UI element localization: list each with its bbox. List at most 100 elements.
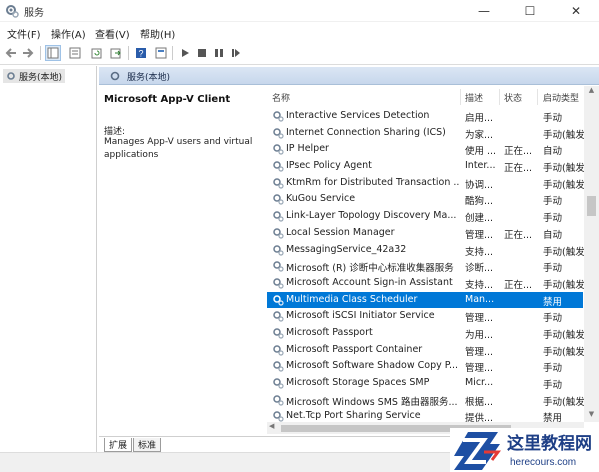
service-row[interactable]: Link-Layer Topology Discovery Ma... 创建...… — [267, 208, 583, 225]
service-gear-icon — [273, 144, 284, 155]
tree-item-label: 服务(本地) — [19, 72, 63, 83]
menu-view[interactable]: 查看(V) — [95, 26, 130, 41]
export-icon[interactable] — [108, 45, 124, 61]
tab-extended[interactable]: 扩展 — [104, 438, 133, 452]
back-icon[interactable] — [3, 45, 19, 61]
service-gear-icon — [273, 161, 284, 172]
service-startup-type: 自动 — [543, 146, 563, 158]
service-description: 管理... — [465, 346, 494, 358]
service-description: 协调... — [465, 179, 494, 191]
service-row[interactable]: Microsoft Storage Spaces SMP Micr... 手动 — [267, 375, 583, 392]
service-startup-type: 手动 — [543, 263, 563, 275]
pause-icon[interactable] — [211, 45, 227, 61]
service-row[interactable]: Microsoft Passport 为用... 手动(触发 — [267, 325, 585, 342]
service-row[interactable]: KtmRm for Distributed Transaction ... 协调.… — [267, 175, 585, 192]
service-description: 诊断... — [465, 263, 494, 275]
service-row[interactable]: IPsec Policy Agent Inter... 正在... 手动(触发 — [267, 158, 585, 175]
service-gear-icon — [273, 261, 284, 272]
service-name: Microsoft Windows SMS 路由器服务... — [286, 396, 458, 408]
service-row[interactable]: Microsoft (R) 诊断中心标准收集器服务 诊断... 手动 — [267, 258, 583, 275]
service-startup-type: 手动 — [543, 213, 563, 225]
toolbar-separator — [128, 46, 129, 60]
column-header-description[interactable]: 描述 — [465, 86, 483, 108]
service-description: 使用 ... — [465, 146, 497, 158]
service-gear-icon — [273, 194, 284, 206]
show-tree-icon[interactable] — [45, 45, 61, 61]
forward-icon[interactable] — [20, 45, 36, 61]
service-gear-icon — [273, 127, 284, 139]
menu-file[interactable]: 文件(F) — [7, 26, 41, 41]
header-title: 服务(本地) — [127, 73, 171, 83]
service-row[interactable]: Local Session Manager 管理... 正在... 自动 — [267, 225, 583, 242]
service-row[interactable]: Multimedia Class Scheduler Man... 禁用 — [267, 291, 583, 309]
restart-icon[interactable] — [228, 45, 244, 61]
service-row[interactable]: Microsoft Windows SMS 路由器服务... 根据... 手动(触发 — [267, 392, 585, 409]
refresh-icon[interactable] — [89, 45, 105, 61]
column-divider[interactable] — [537, 89, 538, 105]
console-tree: 服务(本地) — [0, 66, 97, 472]
services-gear-icon — [7, 72, 15, 80]
column-divider[interactable] — [460, 89, 461, 105]
service-startup-type: 手动 — [543, 380, 563, 391]
service-status: 正在... — [504, 229, 533, 241]
services-rows: Interactive Services Detection 启用... 手动 Int… — [267, 108, 585, 425]
title-bar: 服务 — ☐ ✕ — [0, 0, 599, 22]
stop-icon[interactable] — [194, 45, 210, 61]
service-startup-type: 手动 — [543, 363, 563, 375]
help-icon[interactable]: ? — [133, 45, 149, 61]
service-startup-type: 手动(触发 — [543, 396, 585, 408]
description-pane: Microsoft App-V Client 描述: Manages App-V… — [99, 86, 266, 436]
start-icon[interactable] — [177, 45, 193, 61]
service-name: Microsoft iSCSI Initiator Service — [286, 310, 435, 322]
tab-standard[interactable]: 标准 — [133, 438, 162, 452]
service-startup-type: 手动 — [543, 113, 563, 124]
vertical-scroll-thumb[interactable] — [587, 196, 596, 216]
service-description: 为家... — [465, 129, 494, 141]
service-name: Interactive Services Detection — [286, 110, 430, 121]
column-divider[interactable] — [499, 89, 500, 105]
column-header-status[interactable]: 状态 — [504, 86, 522, 108]
service-gear-icon — [273, 378, 284, 389]
service-row[interactable]: Microsoft Passport Container 管理... 手动(触发 — [267, 342, 585, 359]
service-description: Inter... — [465, 160, 496, 172]
menu-action[interactable]: 操作(A) — [51, 26, 86, 41]
service-name: Microsoft Software Shadow Copy P... — [286, 360, 459, 372]
column-header-startup-type[interactable]: 启动类型 — [543, 86, 579, 108]
service-description: 管理... — [465, 229, 494, 241]
minimize-button[interactable]: — — [461, 0, 507, 22]
scroll-left-arrow-icon[interactable]: ◀ — [269, 422, 274, 430]
service-name: Multimedia Class Scheduler — [286, 293, 418, 305]
service-status: 正在... — [504, 163, 533, 175]
toolbar: ? — [0, 41, 599, 65]
service-description: 创建... — [465, 213, 494, 225]
tree-item-services-local[interactable]: 服务(本地) — [3, 69, 66, 83]
service-startup-type: 手动(触发 — [543, 163, 585, 175]
service-row[interactable]: KuGou Service 酷狗... 手动 — [267, 191, 583, 208]
services-list: 名称 描述 状态 启动类型 Interactive Services Detec… — [267, 86, 599, 436]
service-gear-icon — [273, 278, 284, 289]
close-button[interactable]: ✕ — [553, 0, 599, 22]
service-row[interactable]: IP Helper 使用 ... 正在... 自动 — [267, 141, 583, 158]
service-name: Internet Connection Sharing (ICS) — [286, 126, 446, 138]
vertical-scrollbar[interactable]: ▲ ▼ — [584, 86, 599, 422]
service-startup-type: 禁用 — [543, 296, 563, 308]
list-icon[interactable] — [67, 45, 83, 61]
service-gear-icon — [273, 244, 284, 256]
service-row[interactable]: Internet Connection Sharing (ICS) 为家... 手动… — [267, 125, 585, 142]
column-header-name[interactable]: 名称 — [272, 86, 290, 108]
service-name: Local Session Manager — [286, 226, 395, 238]
service-description: 支持... — [465, 279, 494, 291]
service-row[interactable]: Interactive Services Detection 启用... 手动 — [267, 108, 583, 125]
scroll-down-arrow-icon[interactable]: ▼ — [584, 410, 599, 422]
service-startup-type: 手动 — [543, 313, 563, 325]
maximize-button[interactable]: ☐ — [507, 0, 553, 22]
watermark-logo: 这里教程网 herecours.com — [450, 428, 599, 472]
scroll-up-arrow-icon[interactable]: ▲ — [584, 86, 599, 98]
service-row[interactable]: Microsoft iSCSI Initiator Service 管理... 手动 — [267, 308, 583, 325]
properties-icon[interactable] — [153, 45, 169, 61]
menu-help[interactable]: 帮助(H) — [140, 26, 175, 41]
service-name: Microsoft Account Sign-in Assistant — [286, 276, 453, 288]
service-row[interactable]: Microsoft Software Shadow Copy P... 管理...… — [267, 358, 583, 375]
service-row[interactable]: MessagingService_42a32 支持... 手动(触发 — [267, 242, 585, 259]
service-row[interactable]: Microsoft Account Sign-in Assistant 支持...… — [267, 275, 585, 292]
